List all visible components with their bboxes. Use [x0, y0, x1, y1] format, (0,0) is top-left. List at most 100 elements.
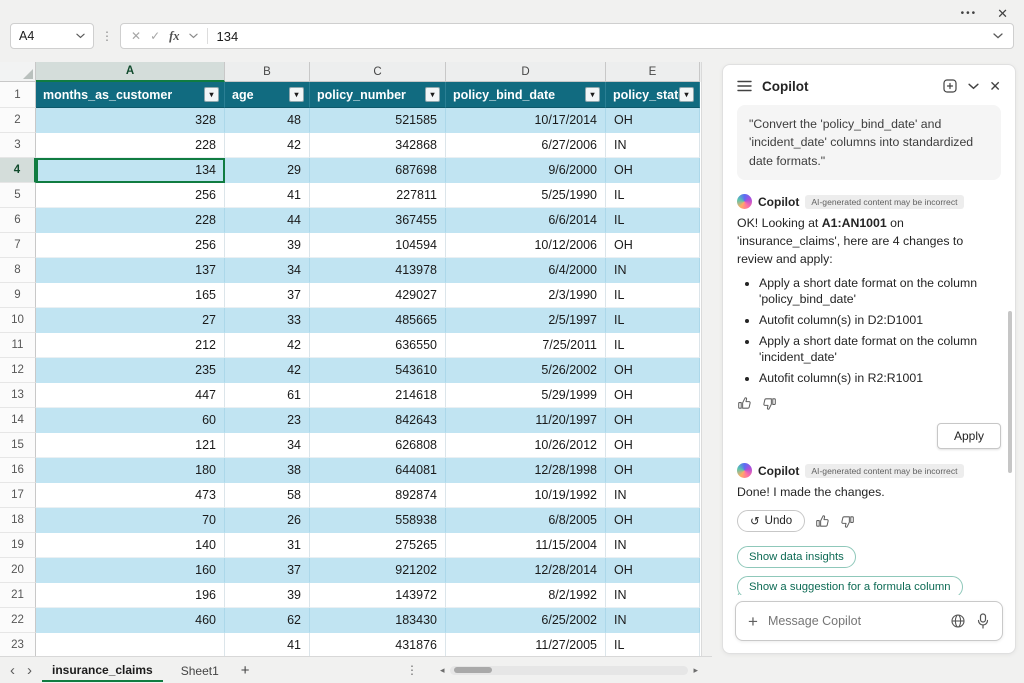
cell-D22[interactable]: 6/25/2002: [446, 608, 606, 633]
scrollbar-thumb[interactable]: [454, 667, 492, 673]
cell-D13[interactable]: 5/29/1999: [446, 383, 606, 408]
cell-C15[interactable]: 626808: [310, 433, 446, 458]
cell-E4[interactable]: OH: [606, 158, 700, 183]
undo-button[interactable]: ↺ Undo: [737, 510, 805, 532]
row-number-21[interactable]: 21: [0, 583, 36, 608]
row-number-7[interactable]: 7: [0, 233, 36, 258]
thumbs-up-icon[interactable]: [815, 514, 830, 529]
header-cell-policy-bind-date[interactable]: policy_bind_date ▾: [446, 82, 606, 108]
more-options-icon[interactable]: •••: [961, 8, 978, 19]
filter-button[interactable]: ▾: [289, 87, 304, 102]
cell-E12[interactable]: OH: [606, 358, 700, 383]
cell-C10[interactable]: 485665: [310, 308, 446, 333]
cell-E3[interactable]: IN: [606, 133, 700, 158]
name-box[interactable]: A4: [10, 23, 94, 49]
cell-E22[interactable]: IN: [606, 608, 700, 633]
cell-B16[interactable]: 38: [225, 458, 310, 483]
scrollbar-track[interactable]: [450, 666, 689, 675]
row-number-16[interactable]: 16: [0, 458, 36, 483]
cell-E8[interactable]: IN: [606, 258, 700, 283]
add-attachment-icon[interactable]: +: [748, 613, 758, 630]
cell-A9[interactable]: 165: [36, 283, 225, 308]
sheet-tab-sheet1[interactable]: Sheet1: [171, 660, 229, 681]
row-number-6[interactable]: 6: [0, 208, 36, 233]
cell-B21[interactable]: 39: [225, 583, 310, 608]
header-cell-age[interactable]: age ▾: [225, 82, 310, 108]
row-number-5[interactable]: 5: [0, 183, 36, 208]
microphone-icon[interactable]: [976, 613, 990, 629]
cell-E15[interactable]: OH: [606, 433, 700, 458]
cell-B15[interactable]: 34: [225, 433, 310, 458]
cell-E14[interactable]: OH: [606, 408, 700, 433]
cell-C20[interactable]: 921202: [310, 558, 446, 583]
row-number-13[interactable]: 13: [0, 383, 36, 408]
cell-B10[interactable]: 33: [225, 308, 310, 333]
row-number-10[interactable]: 10: [0, 308, 36, 333]
cell-D16[interactable]: 12/28/1998: [446, 458, 606, 483]
cell-E17[interactable]: IN: [606, 483, 700, 508]
filter-button[interactable]: ▾: [679, 87, 694, 102]
cancel-icon[interactable]: ✕: [131, 30, 141, 42]
chevron-down-icon[interactable]: [189, 33, 198, 39]
cell-C2[interactable]: 521585: [310, 108, 446, 133]
hamburger-menu-icon[interactable]: [737, 80, 752, 92]
row-number-9[interactable]: 9: [0, 283, 36, 308]
copilot-close-icon[interactable]: ✕: [989, 79, 1001, 93]
scroll-right-icon[interactable]: ▸: [693, 665, 698, 676]
cell-B3[interactable]: 42: [225, 133, 310, 158]
header-cell-policy-number[interactable]: policy_number ▾: [310, 82, 446, 108]
row-number-3[interactable]: 3: [0, 133, 36, 158]
cell-D10[interactable]: 2/5/1997: [446, 308, 606, 333]
cell-D15[interactable]: 10/26/2012: [446, 433, 606, 458]
cell-E2[interactable]: OH: [606, 108, 700, 133]
column-header-e[interactable]: E: [606, 62, 700, 82]
scroll-left-icon[interactable]: ◂: [440, 665, 445, 676]
filter-button[interactable]: ▾: [585, 87, 600, 102]
cell-A23[interactable]: [36, 633, 225, 656]
confirm-icon[interactable]: ✓: [150, 30, 160, 42]
cell-B22[interactable]: 62: [225, 608, 310, 633]
cell-C4[interactable]: 687698: [310, 158, 446, 183]
cell-B23[interactable]: 41: [225, 633, 310, 656]
thumbs-down-icon[interactable]: [762, 396, 777, 411]
cell-B13[interactable]: 61: [225, 383, 310, 408]
cell-C6[interactable]: 367455: [310, 208, 446, 233]
cell-E23[interactable]: IL: [606, 633, 700, 656]
row-number-22[interactable]: 22: [0, 608, 36, 633]
add-sheet-button[interactable]: +: [237, 662, 254, 679]
row-number-14[interactable]: 14: [0, 408, 36, 433]
cell-D9[interactable]: 2/3/1990: [446, 283, 606, 308]
cell-D20[interactable]: 12/28/2014: [446, 558, 606, 583]
cell-A16[interactable]: 180: [36, 458, 225, 483]
cell-A5[interactable]: 256: [36, 183, 225, 208]
select-all-corner[interactable]: [0, 62, 36, 82]
cell-D3[interactable]: 6/27/2006: [446, 133, 606, 158]
sheet-tab-insurance-claims[interactable]: insurance_claims: [42, 659, 163, 682]
column-header-b[interactable]: B: [225, 62, 310, 82]
cell-B8[interactable]: 34: [225, 258, 310, 283]
cell-A10[interactable]: 27: [36, 308, 225, 333]
cell-E13[interactable]: OH: [606, 383, 700, 408]
horizontal-scrollbar[interactable]: ◂ ▸: [440, 665, 698, 676]
cell-D17[interactable]: 10/19/1992: [446, 483, 606, 508]
cell-A14[interactable]: 60: [36, 408, 225, 433]
column-header-d[interactable]: D: [446, 62, 606, 82]
cell-E16[interactable]: OH: [606, 458, 700, 483]
cell-E5[interactable]: IL: [606, 183, 700, 208]
row-number-23[interactable]: 23: [0, 633, 36, 656]
sheet-nav-next-icon[interactable]: ›: [25, 663, 34, 678]
cell-B9[interactable]: 37: [225, 283, 310, 308]
header-cell-policy-state[interactable]: policy_state ▾: [606, 82, 700, 108]
cell-D14[interactable]: 11/20/1997: [446, 408, 606, 433]
suggestion-chip[interactable]: Show data insights: [737, 546, 856, 568]
row-number-1[interactable]: 1: [0, 82, 36, 108]
cell-C3[interactable]: 342868: [310, 133, 446, 158]
cell-A12[interactable]: 235: [36, 358, 225, 383]
cell-C12[interactable]: 543610: [310, 358, 446, 383]
cell-C16[interactable]: 644081: [310, 458, 446, 483]
formula-input[interactable]: ✕ ✓ fx 134: [120, 23, 1014, 49]
cell-C8[interactable]: 413978: [310, 258, 446, 283]
cell-D18[interactable]: 6/8/2005: [446, 508, 606, 533]
cell-E19[interactable]: IN: [606, 533, 700, 558]
column-header-a[interactable]: A: [36, 62, 225, 82]
